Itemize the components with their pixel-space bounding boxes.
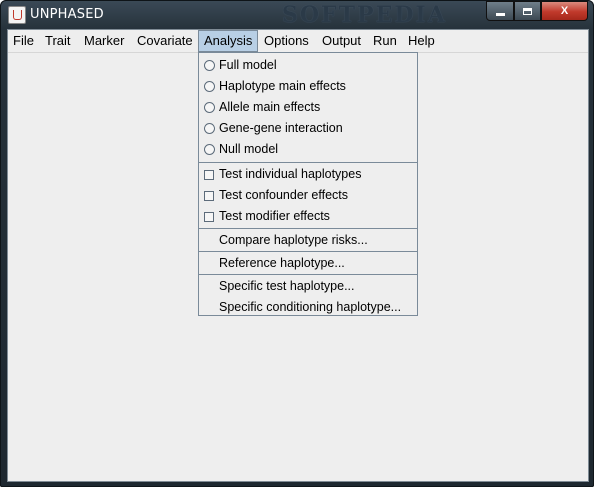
menu-covariate-label: Covariate [137, 33, 193, 48]
checkbox-icon[interactable] [204, 170, 214, 180]
radio-haplotype-main-effects[interactable]: Haplotype main effects [199, 76, 417, 97]
java-app-icon[interactable] [8, 6, 26, 24]
reference-haplotype-item[interactable]: Reference haplotype... [199, 253, 417, 274]
menu-separator [199, 162, 417, 163]
check-test-confounder-effects-label: Test confounder effects [219, 188, 349, 202]
menu-help-label: Help [408, 33, 435, 48]
minimize-button[interactable] [486, 1, 514, 21]
radio-full-model[interactable]: Full model [199, 55, 417, 76]
title-bar[interactable]: UNPHASED SOFTPEDIA X [0, 0, 594, 30]
menu-run-label: Run [373, 33, 397, 48]
menu-marker-label: Marker [84, 33, 125, 48]
close-button[interactable]: X [541, 1, 588, 21]
menu-analysis[interactable]: Analysis [198, 30, 258, 52]
menu-options[interactable]: Options [259, 30, 314, 52]
close-icon: X [560, 5, 569, 17]
radio-button-icon[interactable] [204, 144, 215, 155]
window-title: UNPHASED [30, 7, 104, 22]
maximize-button[interactable] [514, 1, 541, 21]
specific-conditioning-haplotype-item[interactable]: Specific conditioning haplotype... [199, 297, 417, 318]
window-controls: X [486, 1, 588, 21]
specific-test-haplotype-item[interactable]: Specific test haplotype... [199, 276, 417, 297]
menu-output-label: Output [322, 33, 362, 48]
watermark-text: SOFTPEDIA [282, 2, 447, 28]
menu-help[interactable]: Help [403, 30, 440, 52]
radio-button-icon[interactable] [204, 81, 215, 92]
menu-separator [199, 251, 417, 252]
check-test-modifier-effects-label: Test modifier effects [219, 209, 330, 223]
radio-gene-gene-interaction-label: Gene-gene interaction [219, 121, 343, 135]
menu-separator [199, 274, 417, 275]
minimize-icon [495, 12, 505, 16]
check-test-individual-haplotypes-label: Test individual haplotypes [219, 167, 362, 181]
menu-marker[interactable]: Marker [79, 30, 129, 52]
radio-gene-gene-interaction[interactable]: Gene-gene interaction [199, 118, 417, 139]
menu-output[interactable]: Output [317, 30, 366, 52]
reference-haplotype-label: Reference haplotype... [219, 256, 345, 270]
check-test-confounder-effects[interactable]: Test confounder effects [199, 185, 417, 206]
radio-button-icon[interactable] [204, 123, 215, 134]
radio-allele-main-effects-label: Allele main effects [219, 100, 321, 114]
radio-button-icon[interactable] [204, 60, 215, 71]
radio-button-icon[interactable] [204, 102, 215, 113]
radio-null-model-label: Null model [219, 142, 279, 156]
specific-test-haplotype-label: Specific test haplotype... [219, 279, 355, 293]
radio-allele-main-effects[interactable]: Allele main effects [199, 97, 417, 118]
radio-null-model[interactable]: Null model [199, 139, 417, 160]
specific-conditioning-haplotype-label: Specific conditioning haplotype... [219, 300, 402, 314]
menu-trait[interactable]: Trait [40, 30, 76, 52]
analysis-dropdown: Full model Haplotype main effects Allele… [198, 52, 418, 316]
menu-options-label: Options [264, 33, 309, 48]
compare-haplotype-risks-label: Compare haplotype risks... [219, 233, 368, 247]
menu-analysis-label: Analysis [204, 33, 253, 48]
radio-full-model-label: Full model [219, 58, 277, 72]
maximize-icon [523, 7, 532, 15]
menu-run[interactable]: Run [368, 30, 402, 52]
checkbox-icon[interactable] [204, 191, 214, 201]
menu-file[interactable]: File [8, 30, 39, 52]
checkbox-icon[interactable] [204, 212, 214, 222]
menu-separator [199, 228, 417, 229]
client-area: File Trait Marker Covariate Analysis Opt… [7, 29, 589, 482]
menu-bar: File Trait Marker Covariate Analysis Opt… [8, 30, 588, 53]
menu-trait-label: Trait [45, 33, 71, 48]
compare-haplotype-risks-item[interactable]: Compare haplotype risks... [199, 230, 417, 251]
menu-file-label: File [13, 33, 34, 48]
radio-haplotype-main-effects-label: Haplotype main effects [219, 79, 346, 93]
check-test-individual-haplotypes[interactable]: Test individual haplotypes [199, 164, 417, 185]
menu-covariate[interactable]: Covariate [132, 30, 198, 52]
check-test-modifier-effects[interactable]: Test modifier effects [199, 206, 417, 227]
app-window: UNPHASED SOFTPEDIA X File Trait Marker C… [0, 0, 594, 487]
